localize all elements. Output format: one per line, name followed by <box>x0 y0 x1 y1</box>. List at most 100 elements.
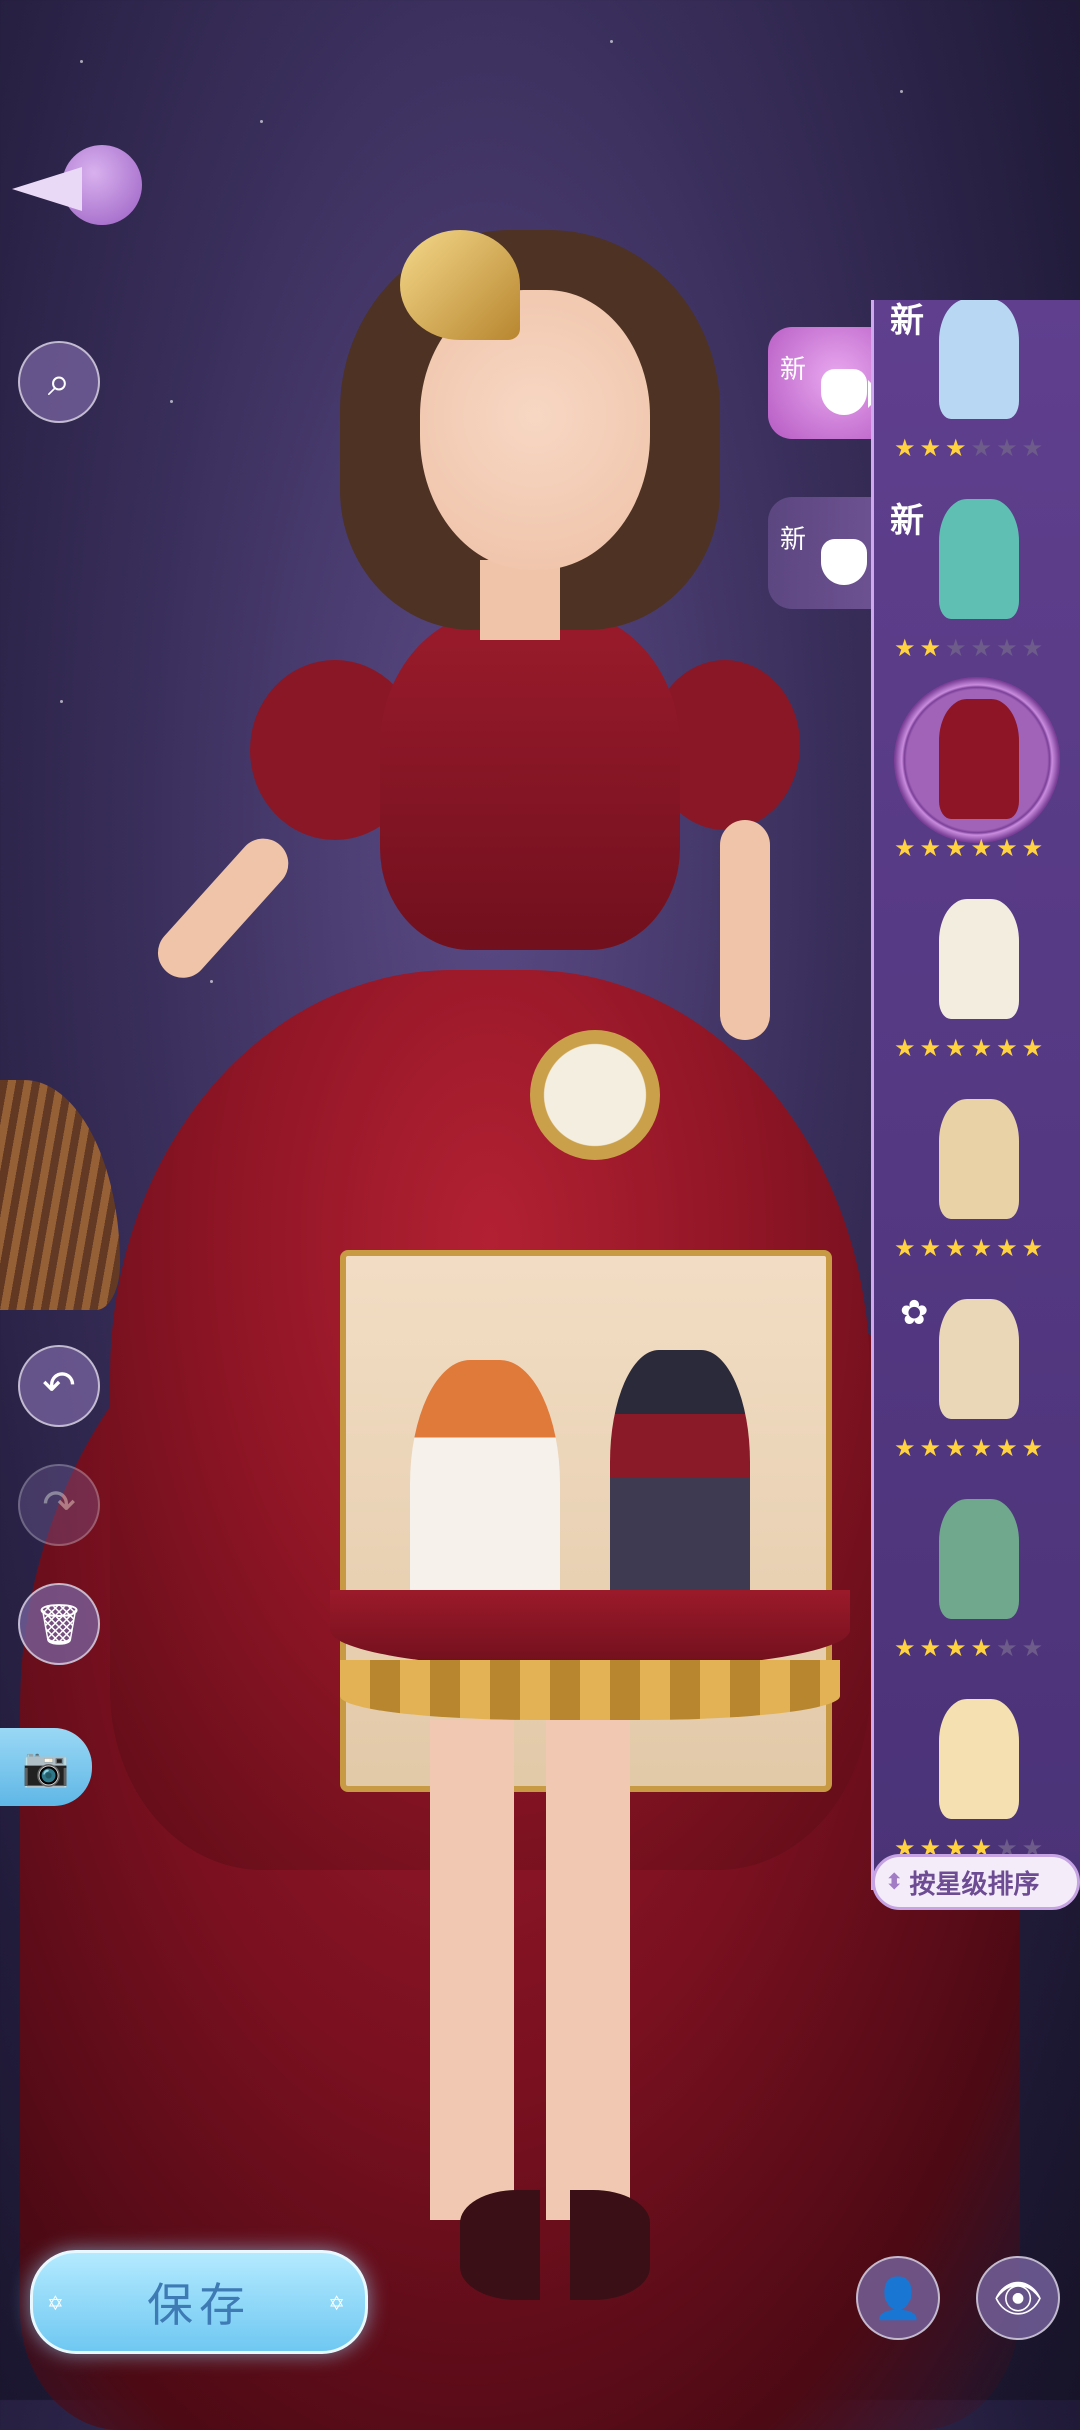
redo-icon: ↷ <box>42 1482 76 1528</box>
delete-button[interactable]: 🗑 <box>18 1583 100 1665</box>
new-badge: 新 <box>780 355 807 385</box>
star-icon: ★ <box>894 1434 916 1462</box>
search-button[interactable]: ⌕ <box>18 341 100 423</box>
save-button-label: 保存 <box>147 2278 251 2332</box>
hand-fan <box>0 1080 120 1310</box>
view-toggle-button[interactable]: 👁 <box>976 2256 1060 2340</box>
outfit-thumbnail <box>924 1089 1034 1229</box>
star-icon: ★ <box>894 1034 916 1062</box>
undo-button[interactable]: ↶ <box>18 1345 100 1427</box>
star-icon: ★ <box>894 1234 916 1262</box>
star-icon: ★ <box>996 434 1018 462</box>
star-icon: ★ <box>970 834 993 862</box>
star-icon: ★ <box>1021 434 1044 462</box>
wardrobe-item[interactable]: 新 ★ ★ ★ ★ ★ ★ <box>874 485 1080 685</box>
person-icon: 👤 <box>873 2275 923 2322</box>
star-icon: ★ <box>996 1234 1018 1262</box>
character-shoes <box>460 2190 650 2300</box>
sort-button-label: 按星级排序 <box>909 1869 1040 1900</box>
flower-icon: ✿ <box>900 1293 929 1333</box>
sort-icon: ⬍ <box>885 1869 904 1895</box>
star-icon: ★ <box>970 1634 993 1662</box>
stage-fringe <box>340 1660 840 1720</box>
star-icon: ★ <box>945 834 967 862</box>
outfit-thumbnail <box>924 889 1034 1029</box>
search-icon: ⌕ <box>47 359 71 405</box>
outfit-thumbnail <box>924 1289 1034 1429</box>
star-icon: ★ <box>970 1234 993 1262</box>
star-icon: ★ <box>996 834 1018 862</box>
wardrobe-item[interactable]: ★ ★ ★ ★ ★ ★ <box>874 1485 1080 1685</box>
star-rating: ★ ★ ★ ★ ★ ★ <box>894 1035 1043 1061</box>
gown-bodice <box>380 610 680 950</box>
outfit-thumbnail <box>924 489 1034 629</box>
wardrobe-panel[interactable]: 新 ★ ★ ★ ★ ★ ★ 新 ★ ★ ★ ★ ★ ★ ★ ★ ★ ★ ★ ★ ★ ★ ★ ★ ★ ★ ★ ★ ★ ★ ★ ★ ✿ ★ ★ ★ ★ ★ ★ ★… <box>871 300 1080 1890</box>
stage-drape <box>330 1590 850 1670</box>
star-icon: ★ <box>919 1034 942 1062</box>
star-icon: ★ <box>919 434 942 462</box>
star-icon: ★ <box>970 434 993 462</box>
character-model <box>0 230 1020 2430</box>
star-icon: ★ <box>894 434 916 462</box>
back-button[interactable] <box>12 145 142 235</box>
star-icon: ★ <box>945 434 967 462</box>
outfit-thumbnail <box>924 300 1034 429</box>
wardrobe-item[interactable]: 新 ★ ★ ★ ★ ★ ★ <box>874 300 1080 485</box>
star-icon: ★ <box>945 1434 967 1462</box>
new-badge: 新 <box>780 525 807 555</box>
outfit-thumbnail <box>924 1489 1034 1629</box>
sort-by-stars-button[interactable]: ⬍ 按星级排序 <box>872 1854 1080 1910</box>
dress-icon <box>939 1699 1019 1819</box>
star-rating: ★ ★ ★ ★ ★ ★ <box>894 635 1043 661</box>
sparkle-icon: ✡ <box>47 2291 70 2315</box>
star-icon: ★ <box>894 834 916 862</box>
camera-icon: 📷 <box>22 1744 70 1789</box>
eye-icon: 👁 <box>992 2275 1044 2322</box>
outfit-thumbnail <box>924 1689 1034 1829</box>
dress-icon <box>939 1499 1019 1619</box>
star-icon: ★ <box>919 634 942 662</box>
new-badge: 新 <box>890 301 924 341</box>
hair-crown <box>400 230 520 340</box>
star-icon: ★ <box>996 1434 1018 1462</box>
dress-icon <box>939 899 1019 1019</box>
star-icon: ★ <box>919 1634 942 1662</box>
star-icon: ★ <box>1021 634 1044 662</box>
star-rating: ★ ★ ★ ★ ★ ★ <box>894 435 1043 461</box>
trash-icon: 🗑 <box>33 1601 85 1648</box>
dress-icon <box>939 699 1019 819</box>
star-icon: ★ <box>1021 1634 1044 1662</box>
pose-button[interactable]: 👤 <box>856 2256 940 2340</box>
star-icon: ★ <box>919 1234 942 1262</box>
save-button[interactable]: ✡ 保存 ✡ <box>30 2250 368 2354</box>
redo-button[interactable]: ↷ <box>18 1464 100 1546</box>
character-neck <box>480 560 560 640</box>
new-badge: 新 <box>890 501 924 541</box>
category-tab-top[interactable]: 新 <box>768 497 883 609</box>
wardrobe-item[interactable]: ★ ★ ★ ★ ★ ★ <box>874 1085 1080 1285</box>
category-tab-dress[interactable]: 新 <box>768 327 883 439</box>
camera-button[interactable]: 📷 <box>0 1728 92 1806</box>
star-rating: ★ ★ ★ ★ ★ ★ <box>894 1235 1043 1261</box>
star-rating: ★ ★ ★ ★ ★ ★ <box>894 835 1043 861</box>
wardrobe-item[interactable]: ★ ★ ★ ★ ★ ★ <box>874 677 1080 885</box>
star-icon: ★ <box>945 634 967 662</box>
star-icon: ★ <box>1021 1034 1044 1062</box>
star-icon: ★ <box>996 634 1018 662</box>
star-rating: ★ ★ ★ ★ ★ ★ <box>894 1635 1043 1661</box>
star-icon: ★ <box>945 1634 967 1662</box>
dress-icon <box>939 300 1019 419</box>
dress-icon <box>939 1099 1019 1219</box>
wardrobe-item[interactable]: ✿ ★ ★ ★ ★ ★ ★ <box>874 1285 1080 1485</box>
star-rating: ★ ★ ★ ★ ★ ★ <box>894 1435 1043 1461</box>
star-icon: ★ <box>1021 1434 1044 1462</box>
star-icon: ★ <box>945 1034 967 1062</box>
right-arm <box>720 820 770 1040</box>
back-arrow-icon <box>12 167 82 211</box>
star-icon: ★ <box>1021 834 1044 862</box>
wardrobe-item[interactable]: ★ ★ ★ ★ ★ ★ <box>874 885 1080 1085</box>
left-arm <box>147 828 299 989</box>
star-icon: ★ <box>996 1034 1018 1062</box>
sparkle-icon: ✡ <box>328 2291 351 2315</box>
clock-ornament <box>530 1030 660 1160</box>
